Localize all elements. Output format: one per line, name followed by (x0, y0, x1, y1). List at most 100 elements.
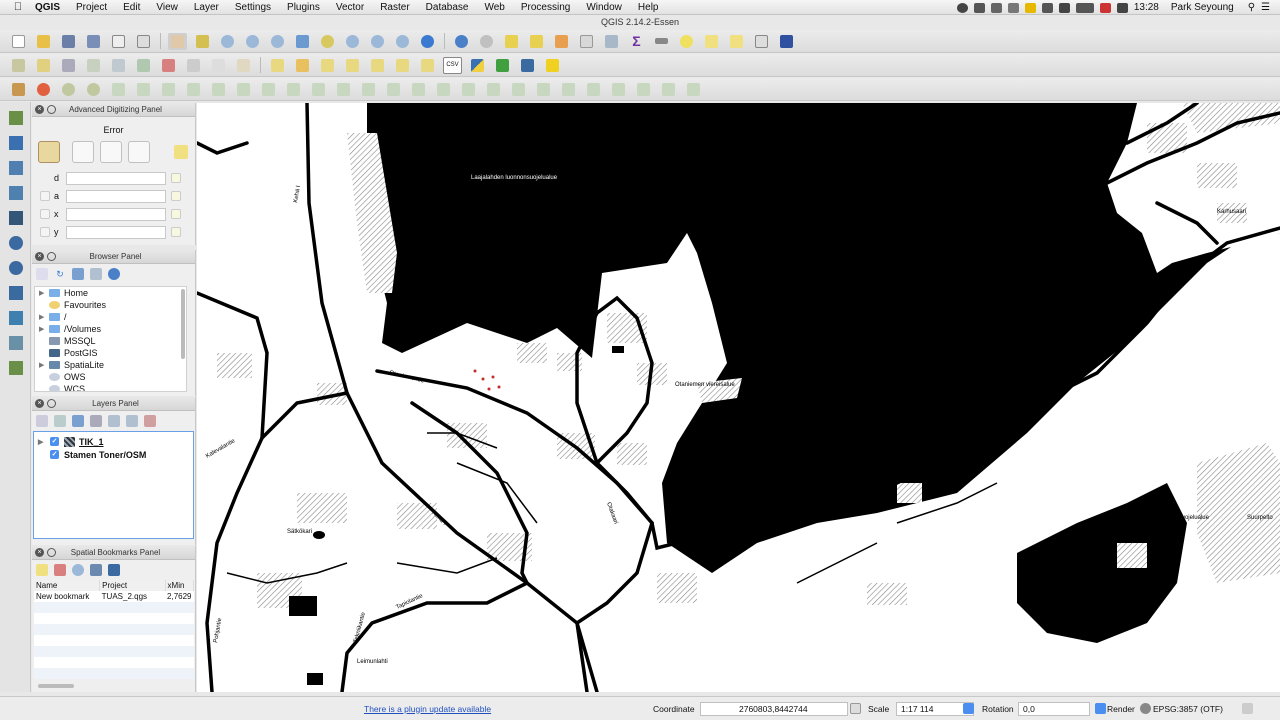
table-cell[interactable]: 2,7629 (165, 591, 193, 602)
rotation-spinbox[interactable]: 0,0 (1018, 701, 1090, 716)
copy-features-icon[interactable] (209, 57, 228, 74)
vertex-tool-icon[interactable] (484, 81, 503, 98)
split-parts-icon[interactable] (359, 81, 378, 98)
float-icon[interactable] (47, 105, 56, 114)
tree-item-root[interactable]: ▶ / (35, 311, 186, 323)
alert-icon[interactable] (973, 2, 985, 13)
tree-item-home[interactable]: ▶ Home (35, 287, 186, 299)
relative-icon[interactable] (40, 209, 50, 219)
float-icon[interactable] (47, 548, 56, 557)
show-hide-labels-icon[interactable] (343, 57, 362, 74)
split-features-icon[interactable] (334, 81, 353, 98)
reshape-icon[interactable] (284, 81, 303, 98)
zoom-full-icon[interactable] (293, 33, 312, 50)
advanced-digitizing-icon[interactable] (9, 81, 28, 98)
run-action-icon[interactable] (477, 33, 496, 50)
column-header[interactable]: Name (34, 580, 101, 591)
open-styling-icon[interactable] (36, 415, 48, 427)
zoom-out-icon[interactable] (243, 33, 262, 50)
add-group-icon[interactable] (54, 415, 66, 427)
close-icon[interactable]: × (35, 105, 44, 114)
close-icon[interactable]: × (35, 399, 44, 408)
angle-input[interactable] (66, 189, 166, 203)
collapse-all-icon[interactable] (90, 268, 102, 280)
expand-arrow-icon[interactable]: ▶ (39, 289, 49, 297)
georeferencer-icon[interactable] (493, 57, 512, 74)
open-project-icon[interactable] (34, 33, 53, 50)
identify-icon[interactable] (452, 33, 471, 50)
lock-icon[interactable] (171, 209, 181, 219)
layer-checkbox[interactable]: ✓ (50, 450, 59, 459)
delete-bookmark-icon[interactable] (54, 564, 66, 576)
expand-arrow-icon[interactable]: ▶ (39, 325, 49, 333)
new-bookmark-icon[interactable] (702, 33, 721, 50)
delete-part-icon[interactable] (259, 81, 278, 98)
notification-icon[interactable]: ☰ (1261, 2, 1270, 13)
menu-settings[interactable]: Settings (227, 0, 279, 15)
cut-features-icon[interactable] (184, 57, 203, 74)
construction-mode-button[interactable] (72, 141, 94, 163)
scrollbar[interactable] (181, 289, 185, 359)
relative-icon[interactable] (40, 191, 50, 201)
tree-item-ows[interactable]: OWS (35, 371, 186, 383)
fill-ring-icon[interactable] (209, 81, 228, 98)
menu-processing[interactable]: Processing (513, 0, 578, 15)
column-header[interactable]: Project (99, 580, 166, 591)
clock[interactable]: 13:28 (1134, 2, 1159, 13)
pan-to-selection-icon[interactable] (193, 33, 212, 50)
current-edits-icon[interactable] (9, 57, 28, 74)
deselect-icon[interactable] (552, 33, 571, 50)
tracing-icon[interactable] (609, 81, 628, 98)
merge-attributes-icon[interactable] (409, 81, 428, 98)
offset-curve-icon[interactable] (309, 81, 328, 98)
polygon-tool-icon[interactable] (634, 81, 653, 98)
change-label-icon[interactable] (418, 57, 437, 74)
rotate-label-icon[interactable] (393, 57, 412, 74)
add-mssql-layer-icon[interactable] (6, 308, 25, 327)
y-input[interactable] (66, 225, 166, 239)
menu-raster[interactable]: Raster (372, 0, 417, 15)
zoom-selection-icon[interactable] (318, 33, 337, 50)
add-wms-layer-icon[interactable] (6, 233, 25, 252)
user-name[interactable]: Park Seyoung (1171, 2, 1234, 13)
messages-icon[interactable] (1242, 703, 1253, 714)
zoom-in-icon[interactable] (218, 33, 237, 50)
new-project-icon[interactable] (9, 33, 28, 50)
layer-checkbox[interactable]: ✓ (50, 437, 59, 446)
rectangle-tool-icon[interactable] (659, 81, 678, 98)
add-raster-layer-icon[interactable] (6, 133, 25, 152)
flag-icon[interactable] (1099, 2, 1111, 13)
heatmap-icon[interactable] (543, 57, 562, 74)
menu-project[interactable]: Project (68, 0, 115, 15)
menu-web[interactable]: Web (476, 0, 512, 15)
tree-item-postgis[interactable]: PostGIS (35, 347, 186, 359)
pan-icon[interactable] (168, 32, 187, 50)
distance-input[interactable] (66, 171, 166, 185)
measure-icon[interactable] (652, 33, 671, 50)
add-wfs-layer-icon[interactable] (6, 258, 25, 277)
lock-icon[interactable] (171, 173, 181, 183)
add-postgis-layer-icon[interactable] (6, 208, 25, 227)
volume-icon[interactable] (1116, 2, 1128, 13)
float-icon[interactable] (47, 252, 56, 261)
csv-icon[interactable]: CSV (443, 56, 462, 74)
record-icon[interactable] (956, 2, 968, 13)
new-print-composer-icon[interactable] (109, 33, 128, 50)
expand-arrow-icon[interactable]: ▶ (39, 313, 49, 321)
add-wcs-layer-icon[interactable] (6, 283, 25, 302)
save-edits-icon[interactable] (59, 57, 78, 74)
simplify-feature-icon[interactable] (134, 81, 153, 98)
zoom-to-bookmark-icon[interactable] (72, 564, 84, 576)
zoom-layer-icon[interactable] (343, 33, 362, 50)
apple-icon[interactable]:  (9, 1, 27, 13)
add-spatialite-layer-icon[interactable] (6, 158, 25, 177)
info-icon[interactable] (108, 268, 120, 280)
save-as-icon[interactable] (84, 33, 103, 50)
tree-item-favourites[interactable]: Favourites (35, 299, 186, 311)
add-delimited-text-icon[interactable] (6, 183, 25, 202)
expand-arrow-icon[interactable]: ▶ (38, 438, 50, 446)
horizontal-scrollbar[interactable] (38, 684, 74, 688)
attribute-table-icon[interactable] (577, 33, 596, 50)
trim-extend-icon[interactable] (509, 81, 528, 98)
tree-item-spatialite[interactable]: ▶ SpatiaLite (35, 359, 186, 371)
